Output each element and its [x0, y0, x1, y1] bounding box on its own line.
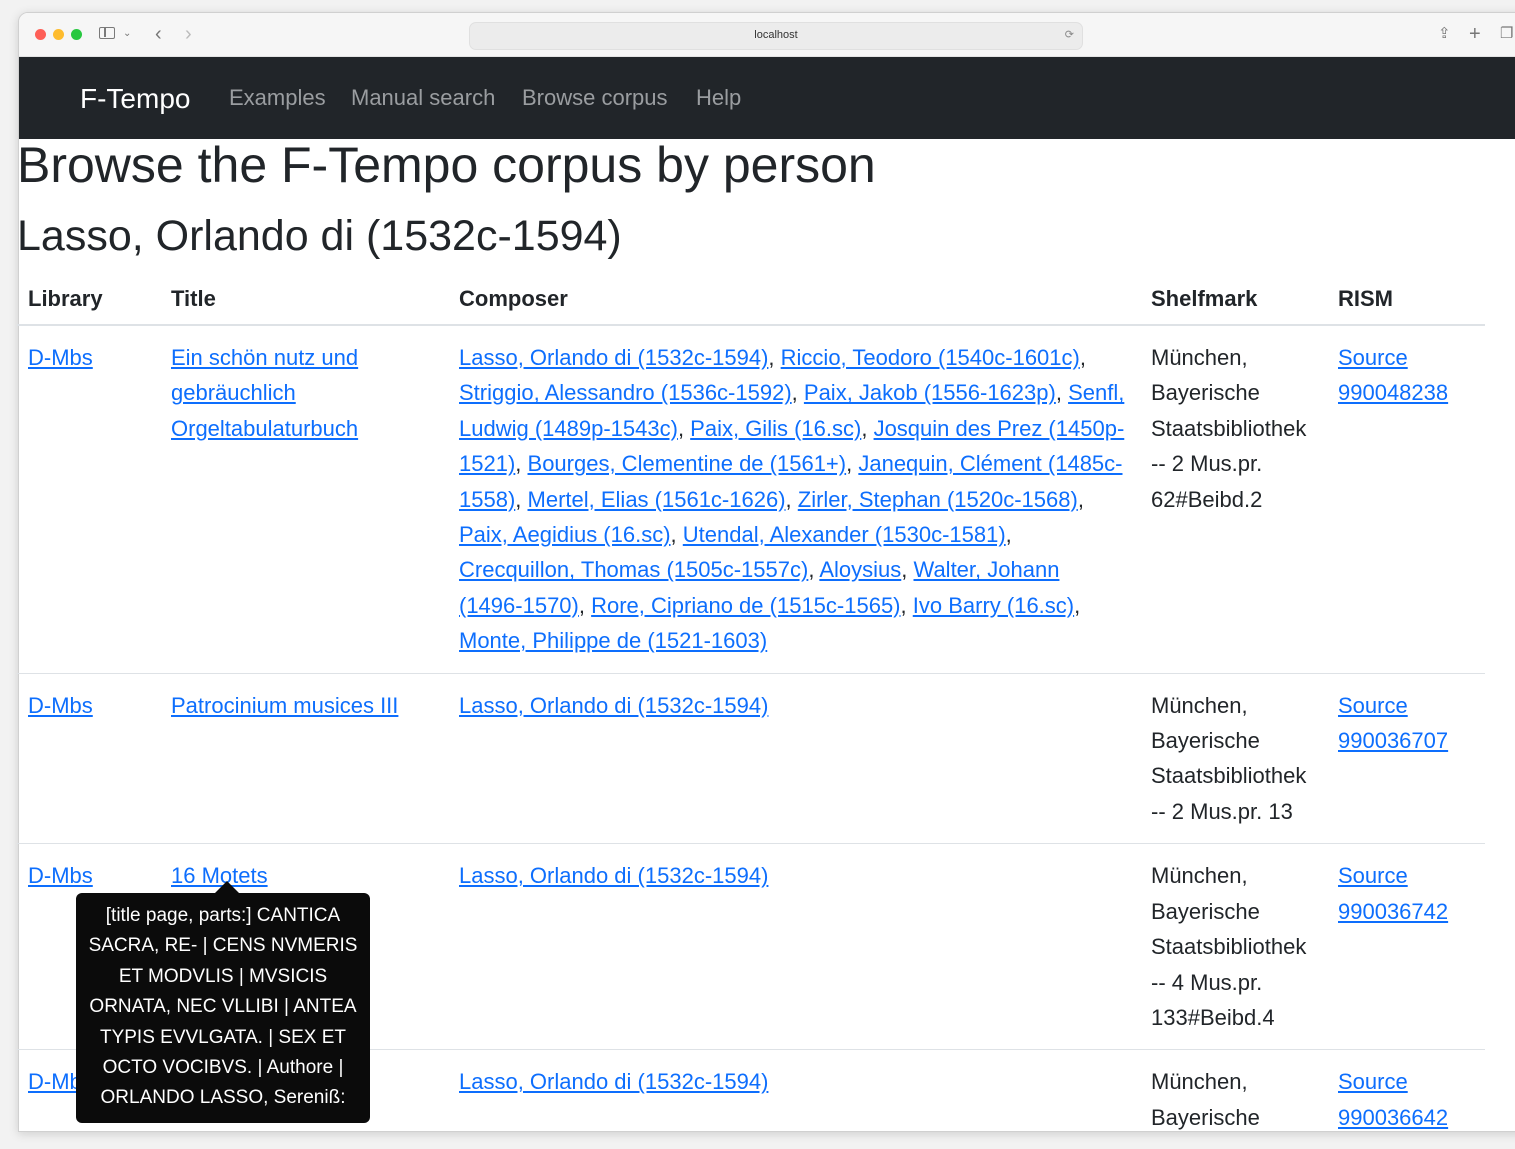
- rism-source-link[interactable]: Source 990036642: [1338, 1069, 1448, 1129]
- nav-browse-corpus[interactable]: Browse corpus: [522, 85, 668, 111]
- rism-source-link[interactable]: Source 990036742: [1338, 863, 1448, 923]
- rism-cell: Source 990036707: [1327, 672, 1485, 844]
- composer-link[interactable]: Striggio, Alessandro (1536c-1592): [459, 380, 792, 405]
- rism-cell: Source 990036642: [1327, 1049, 1485, 1149]
- table-row: D-Mbs Ein schön nutz und gebräuchlich Org…: [17, 324, 1485, 674]
- minimize-window-button[interactable]: [53, 29, 64, 40]
- header-composer: Composer: [448, 276, 1140, 326]
- address-text[interactable]: localhost: [470, 29, 1082, 41]
- library-link[interactable]: D-Mbs: [28, 863, 93, 888]
- composer-link[interactable]: Paix, Aegidius (16.sc): [459, 522, 671, 547]
- composer-cell: Lasso, Orlando di (1532c-1594): [448, 1049, 1140, 1149]
- composer-link[interactable]: Ivo Barry (16.sc): [913, 593, 1074, 618]
- composer-link[interactable]: Bourges, Clementine de (1561+): [528, 451, 847, 476]
- browser-toolbar: ⌄ ‹ › localhost ⟳ ⇪ + ❐: [19, 13, 1515, 57]
- library-cell: D-Mbs: [17, 324, 160, 674]
- page-title: Browse the F-Tempo corpus by person: [17, 137, 876, 193]
- tabs-overview-icon[interactable]: ❐: [1500, 25, 1513, 43]
- library-cell: D-Mbs: [17, 672, 160, 844]
- composer-link[interactable]: Lasso, Orlando di (1532c-1594): [459, 1069, 768, 1094]
- rism-label: Source: [1338, 345, 1408, 370]
- brand-link[interactable]: F-Tempo: [80, 83, 190, 115]
- library-link[interactable]: D-Mbs: [28, 693, 93, 718]
- composer-link[interactable]: Rore, Cipriano de (1515c-1565): [591, 593, 900, 618]
- shelfmark-cell: München, Bayerische Staatsbibliothek -- …: [1140, 672, 1327, 844]
- rism-cell: Source 990048238: [1327, 324, 1485, 674]
- composer-link[interactable]: Lasso, Orlando di (1532c-1594): [459, 345, 768, 370]
- composer-link[interactable]: Crecquillon, Thomas (1505c-1557c): [459, 557, 808, 582]
- composer-link[interactable]: Paix, Jakob (1556-1623p): [804, 380, 1056, 405]
- library-link[interactable]: D-Mbs: [28, 345, 93, 370]
- header-shelfmark: Shelfmark: [1140, 276, 1327, 326]
- rism-id: 990036742: [1338, 898, 1449, 924]
- composer-link[interactable]: Monte, Philippe de (1521-1603): [459, 628, 767, 653]
- table-row: D-Mbs Patrocinium musices III Lasso, Orlan…: [17, 672, 1485, 844]
- title-link[interactable]: Patrocinium musices III: [171, 693, 398, 718]
- site-navbar: F-Tempo Examples Manual search Browse co…: [19, 57, 1515, 139]
- shelfmark-cell: München, Bayerische Staatsbibliothek -- …: [1140, 843, 1327, 1050]
- chevron-down-icon[interactable]: ⌄: [123, 25, 131, 43]
- sidebar-toggle-icon[interactable]: [99, 27, 115, 39]
- zoom-window-button[interactable]: [71, 29, 82, 40]
- rism-source-link[interactable]: Source 990048238: [1338, 345, 1448, 405]
- composer-link[interactable]: Lasso, Orlando di (1532c-1594): [459, 863, 768, 888]
- reload-icon[interactable]: ⟳: [1065, 28, 1074, 41]
- title-tooltip: [title page, parts:] CANTICA SACRA, RE- …: [76, 893, 370, 1123]
- table-header-row: Library Title Composer Shelfmark RISM: [17, 276, 1485, 326]
- title-cell: Patrocinium musices III: [160, 672, 448, 844]
- header-title: Title: [160, 276, 448, 326]
- person-heading: Lasso, Orlando di (1532c-1594): [17, 212, 622, 260]
- composer-link[interactable]: Lasso, Orlando di (1532c-1594): [459, 693, 768, 718]
- composer-link[interactable]: Riccio, Teodoro (1540c-1601c): [781, 345, 1080, 370]
- composer-cell: Lasso, Orlando di (1532c-1594): [448, 843, 1140, 1050]
- address-bar[interactable]: localhost ⟳: [469, 22, 1083, 50]
- rism-label: Source: [1338, 692, 1408, 718]
- composer-link[interactable]: Paix, Gilis (16.sc): [690, 416, 861, 441]
- share-icon[interactable]: ⇪: [1438, 25, 1451, 43]
- back-arrow-icon[interactable]: ‹: [155, 24, 162, 44]
- composer-cell: Lasso, Orlando di (1532c-1594), Riccio, …: [448, 324, 1140, 674]
- rism-label: Source: [1338, 863, 1408, 889]
- composer-link[interactable]: Mertel, Elias (1561c-1626): [528, 487, 786, 512]
- close-window-button[interactable]: [35, 29, 46, 40]
- nav-examples[interactable]: Examples: [229, 85, 326, 111]
- rism-source-link[interactable]: Source 990036707: [1338, 693, 1448, 753]
- header-rism: RISM: [1327, 276, 1485, 326]
- composer-link[interactable]: Utendal, Alexander (1530c-1581): [683, 522, 1006, 547]
- shelfmark-cell: München, Bayerische: [1140, 1049, 1327, 1149]
- header-library: Library: [17, 276, 160, 326]
- forward-arrow-icon[interactable]: ›: [185, 24, 192, 44]
- composer-cell: Lasso, Orlando di (1532c-1594): [448, 672, 1140, 844]
- rism-id: 990048238: [1338, 380, 1449, 406]
- rism-cell: Source 990036742: [1327, 843, 1485, 1050]
- nav-manual-search[interactable]: Manual search: [351, 85, 495, 111]
- rism-id: 990036642: [1338, 1104, 1449, 1130]
- shelfmark-cell: München, Bayerische Staatsbibliothek -- …: [1140, 324, 1327, 674]
- title-cell: Ein schön nutz und gebräuchlich Orgeltab…: [160, 324, 448, 674]
- composer-link[interactable]: Zirler, Stephan (1520c-1568): [798, 487, 1078, 512]
- tooltip-arrow: [215, 881, 239, 893]
- new-tab-icon[interactable]: +: [1469, 24, 1481, 44]
- composer-link[interactable]: Aloysius: [819, 557, 901, 582]
- rism-id: 990036707: [1338, 728, 1449, 754]
- title-link[interactable]: Ein schön nutz und gebräuchlich Orgeltab…: [171, 345, 358, 441]
- rism-label: Source: [1338, 1069, 1408, 1095]
- nav-help[interactable]: Help: [696, 85, 741, 111]
